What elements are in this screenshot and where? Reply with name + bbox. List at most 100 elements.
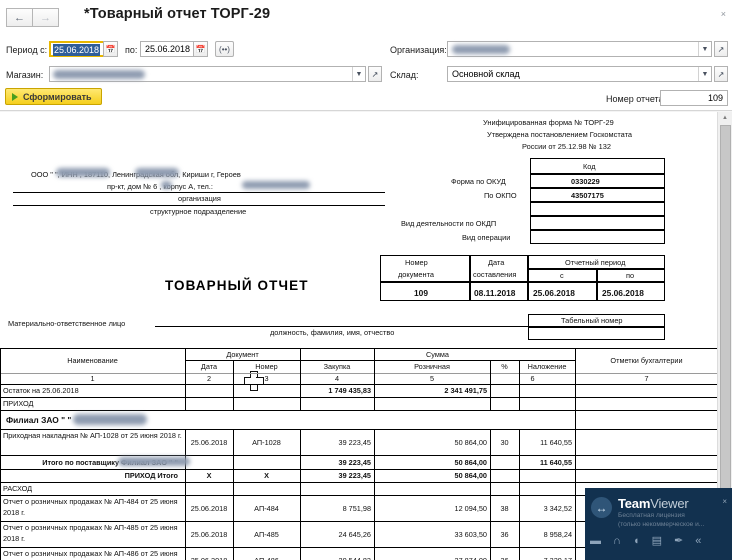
grid-cell-markup [519,469,575,482]
grid-cell-purchase [300,410,374,429]
shop-open-icon[interactable]: ↗ [368,66,382,82]
period-label: Период с: [6,45,48,55]
operation-value-cell [530,230,665,244]
app-window: ← → *Товарный отчет ТОРГ-29 × Период с: … [0,0,732,560]
grid-cell-date [185,397,233,410]
code-header-cell [530,158,665,174]
grid-cell-percent [490,397,519,410]
forward-icon[interactable]: → [32,8,59,27]
grid-cell-purchase: 8 751,98 [342,503,371,513]
report-number-input[interactable]: 109 [660,90,728,106]
grid-cell-name: Отчет о розничных продажах № АП-486 от 2… [3,549,178,558]
organization-dropdown-icon[interactable]: ▼ [698,42,711,56]
tabel-header-label: Табельный номер [561,316,623,325]
back-icon[interactable]: ← [6,8,32,27]
grid-header-purchase: Закупка [323,362,351,371]
doc-number-header-l1: Номер [405,258,428,267]
notes-icon[interactable]: ▤ [652,536,662,547]
doc-period-from-value: 25.06.2018 [533,288,575,298]
doc-period-to-label: по [626,271,635,280]
grid-cell-date [185,410,233,429]
collapse-icon[interactable]: « [695,536,701,547]
scroll-up-icon[interactable]: ▲ [718,112,732,123]
mol-caption: должность, фамилия, имя, отчество [270,328,395,337]
doc-period-header-label: Отчетный период [565,258,626,267]
grid-cell-retail: 50 864,00 [454,457,487,467]
organization-input[interactable]: ▼ [447,41,712,57]
report-number-label: Номер отчета: [606,94,667,104]
grid-cell-name: ПРИХОД [3,399,34,408]
grid-cell-purchase [300,397,374,410]
grid-header-document: Документ [226,349,259,359]
grid-column-number: 1 [90,374,95,383]
grid-cell-purchase [300,482,374,495]
okpo-value: 43507175 [571,191,604,200]
grid-cell-markup: 3 342,52 [543,503,572,513]
okdp-value-cell [530,216,665,230]
report-number-value: 109 [707,93,723,103]
teamviewer-panel[interactable]: ↔ TeamViewer Бесплатная лицензия (только… [585,488,732,560]
page-title: *Товарный отчет ТОРГ-29 [84,6,271,22]
subdiv-underline [13,205,385,206]
generate-button[interactable]: Сформировать [5,88,102,105]
organization-value-masked [452,45,510,54]
doc-number-header-l2: документа [398,270,435,279]
grid-cell-purchase: 24 645,26 [338,529,371,539]
grid-cell-name: Приходная накладная № АП-1028 от 25 июня… [3,431,182,440]
warehouse-value: Основной склад [452,69,520,79]
grid-cell-name: Остаток на 25.06.2018 [3,386,79,395]
grid-cell-markup [519,397,575,410]
warehouse-open-icon[interactable]: ↗ [714,66,728,82]
teamviewer-brand-light: Viewer [650,496,689,511]
grid-cell-date [185,384,233,397]
grid-header-retail: Розничная [414,362,450,371]
period-from-input[interactable]: 25.06.2018 [49,41,111,57]
warehouse-dropdown-icon[interactable]: ▼ [698,67,711,81]
grid-column-number: 7 [644,374,649,383]
navigation-buttons: ← → [6,8,59,27]
headset-icon[interactable]: ∩ [613,536,621,547]
okpo-label: По ОКПО [484,191,517,200]
org-name-mask [56,168,110,177]
mol-underline [155,326,555,327]
period-picker-icon[interactable]: (••) [215,41,234,57]
doc-date-value: 08.11.2018 [474,288,516,298]
period-to-input[interactable]: 25.06.2018 [140,41,200,57]
okdp-label: Вид деятельности по ОКДП [401,219,497,228]
teamviewer-close-icon[interactable]: × [722,497,727,506]
organization-line-2: пр-кт, дом № 6 , корпус А, тел.: [107,182,213,191]
grid-cell-number [233,482,300,495]
grid-cell-markup [519,410,575,429]
report-parameters-panel: Период с: 25.06.2018 📅 по: 25.06.2018 📅 … [0,31,732,111]
video-camera-icon[interactable]: ▬ [590,536,601,547]
teamviewer-brand: TeamViewer [618,496,689,511]
shop-dropdown-icon[interactable]: ▼ [352,67,365,81]
warehouse-input[interactable]: Основной склад ▼ [447,66,712,82]
okud-label: Форма по ОКУД [451,177,506,186]
grid-header-date: Дата [200,362,218,371]
grid-cell-purchase: 39 223,45 [338,437,371,447]
organization-open-icon[interactable]: ↗ [714,41,728,57]
org-underline [13,192,385,193]
doc-number-value: 109 [414,288,428,298]
grid-column-number: 3 [264,374,269,383]
grid-cell-markup: 11 640,55 [539,457,572,467]
chat-icon[interactable]: ◖ [633,536,640,547]
mol-label: Материально-ответственное лицо [8,319,126,328]
grid-cell-retail: 12 094,50 [454,503,487,513]
shop-input[interactable]: ▼ [49,66,366,82]
scrollbar-thumb[interactable] [720,125,731,537]
period-from-value: 25.06.2018 [53,44,101,56]
okud-value: 0330229 [571,177,600,186]
calendar-icon-to[interactable]: 📅 [193,41,208,57]
period-to-label: по: [125,45,138,55]
grid-cell-percent: 36 [500,555,509,560]
generate-button-label: Сформировать [23,91,92,102]
grid-header-number: Номер [255,362,278,371]
grid-cell-markup: 7 329,17 [543,555,572,560]
whiteboard-icon[interactable]: ✒ [674,536,683,547]
doc-period-from-label: с [560,271,564,280]
calendar-icon-from[interactable]: 📅 [103,41,118,57]
grid-cell-accounting [575,410,718,429]
close-icon[interactable]: × [721,9,726,19]
